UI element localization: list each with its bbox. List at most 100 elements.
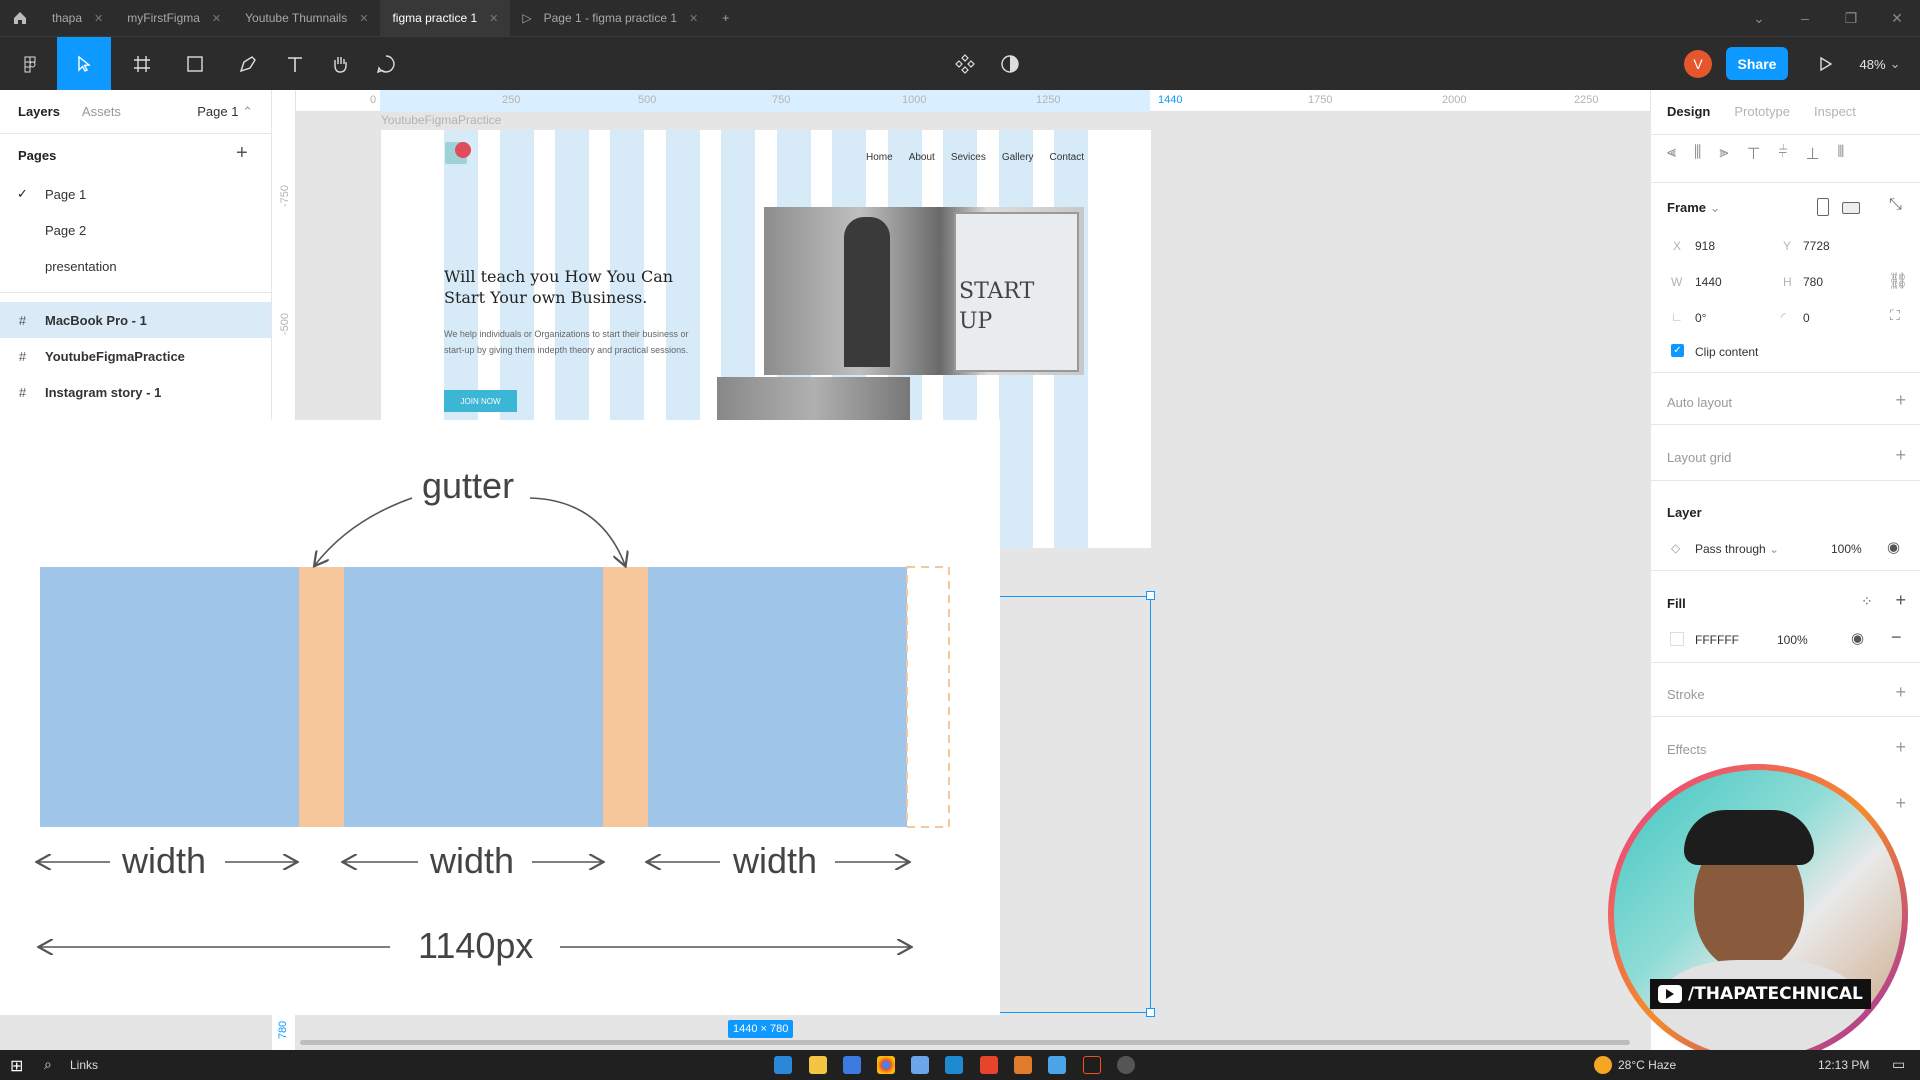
frame-heading[interactable]: Frame ⌄ [1667,200,1721,216]
figma-taskbar-icon[interactable] [1083,1056,1101,1074]
new-tab-button[interactable]: + [710,0,741,36]
search-icon[interactable]: ⌕ [44,1056,52,1073]
blend-mode-dropdown[interactable]: Pass through ⌄ [1695,542,1779,556]
frame-tool-button[interactable] [122,37,162,91]
chevron-down-icon[interactable]: ⌄ [1736,0,1782,36]
shape-tool-button[interactable] [175,37,215,91]
align-middle-icon[interactable]: ⫩ [1778,144,1787,164]
resize-to-fit-icon[interactable]: ⤡ [1889,196,1902,214]
layer-item-youtube[interactable]: # YoutubeFigmaPractice [0,338,271,374]
clock[interactable]: 12:13 PM [1818,1058,1869,1072]
distribute-icon[interactable]: ⫴ [1838,144,1845,164]
weather-text[interactable]: 28°C Haze [1618,1058,1676,1072]
x-input[interactable]: 918 [1695,239,1715,253]
nav-contact[interactable]: Contact [1050,152,1084,163]
independent-corners-icon[interactable]: ⛶ [1890,307,1900,324]
tab-layers[interactable]: Layers [18,104,60,119]
align-left-icon[interactable]: ⫷ [1667,144,1676,164]
layer-item-macbook[interactable]: # MacBook Pro - 1 [0,302,271,338]
add-fill-icon[interactable]: + [1895,590,1906,611]
close-icon[interactable]: ✕ [212,12,221,25]
fill-hex-input[interactable]: FFFFFF [1695,633,1739,647]
layer-item-instagram[interactable]: # Instagram story - 1 [0,374,271,410]
align-bottom-icon[interactable]: ⊥ [1806,144,1820,164]
layer-opacity-input[interactable]: 100% [1831,542,1862,556]
fill-swatch[interactable] [1670,632,1684,646]
mail-icon[interactable] [843,1056,861,1074]
theme-toggle-button[interactable] [990,37,1030,91]
windows-start-icon[interactable]: ⊞ [10,1056,23,1076]
resize-handle[interactable] [1146,591,1155,600]
notifications-icon[interactable]: ▭ [1892,1056,1905,1073]
edge-icon[interactable] [774,1056,792,1074]
frame-label[interactable]: YoutubeFigmaPractice [381,113,501,127]
page-item-page1[interactable]: ✓ Page 1 [0,176,271,212]
app-icon[interactable] [1117,1056,1135,1074]
add-layout-grid-icon[interactable]: + [1895,445,1906,466]
comment-tool-button[interactable] [366,37,406,91]
avatar[interactable]: V [1684,50,1712,78]
resize-handle[interactable] [1146,1008,1155,1017]
vscode-icon[interactable] [945,1056,963,1074]
add-stroke-icon[interactable]: + [1895,682,1906,703]
horizontal-scrollbar[interactable] [300,1040,1630,1045]
h-input[interactable]: 780 [1803,275,1823,289]
present-button[interactable] [1805,37,1845,91]
align-center-h-icon[interactable]: ⫼ [1694,144,1701,164]
close-icon[interactable]: ✕ [489,12,498,25]
fill-opacity-input[interactable]: 100% [1777,633,1808,647]
corner-radius-input[interactable]: 0 [1803,311,1810,325]
nav-home[interactable]: Home [866,152,893,163]
page-item-page2[interactable]: Page 2 [0,212,271,248]
tab-youtube-thumnails[interactable]: Youtube Thumnails ✕ [233,0,380,36]
close-icon[interactable]: ✕ [689,12,698,25]
clip-content-checkbox[interactable]: ✓ [1671,344,1684,357]
zoom-dropdown[interactable]: 48% ⌄ [1855,37,1905,91]
nav-services[interactable]: Sevices [951,152,986,163]
hand-tool-button[interactable] [320,37,360,91]
close-window-icon[interactable]: ✕ [1874,0,1920,36]
align-top-icon[interactable]: ⊤ [1746,144,1760,164]
move-tool-button[interactable] [57,37,111,91]
pen-tool-button[interactable] [228,37,268,91]
home-icon[interactable] [0,0,40,36]
add-effect-icon[interactable]: + [1895,737,1906,758]
tab-assets[interactable]: Assets [82,104,121,119]
close-icon[interactable]: ✕ [359,12,368,25]
tab-thapa[interactable]: thapa ✕ [40,0,115,36]
align-right-icon[interactable]: ⫸ [1719,144,1728,164]
nav-about[interactable]: About [909,152,935,163]
w-input[interactable]: 1440 [1695,275,1722,289]
eye-icon[interactable]: ◉ [1851,629,1864,647]
add-export-icon[interactable]: + [1895,793,1906,814]
y-input[interactable]: 7728 [1803,239,1830,253]
restore-icon[interactable]: ❐ [1828,0,1874,36]
style-grid-icon[interactable]: ⁘ [1861,593,1873,610]
minimize-icon[interactable]: – [1782,0,1828,36]
text-tool-button[interactable] [275,37,315,91]
components-button[interactable] [945,37,985,91]
share-button[interactable]: Share [1726,47,1788,80]
tab-design[interactable]: Design [1667,104,1710,119]
add-auto-layout-icon[interactable]: + [1895,390,1906,411]
taskbar-search-label[interactable]: Links [70,1058,98,1072]
join-now-button[interactable]: JOIN NOW [444,390,517,412]
tab-myfirstfigma[interactable]: myFirstFigma ✕ [115,0,233,36]
chrome-icon[interactable] [877,1056,895,1074]
file-explorer-icon[interactable] [809,1056,827,1074]
tab-prototype[interactable]: Prototype [1734,104,1790,119]
office-icon[interactable] [980,1056,998,1074]
page-selector[interactable]: Page 1 ⌃ [197,104,253,120]
tab-inspect[interactable]: Inspect [1814,104,1856,119]
landscape-icon[interactable] [1842,202,1860,214]
tab-prototype-page[interactable]: ▷ Page 1 - figma practice 1 ✕ [510,0,710,36]
rotation-input[interactable]: 0° [1695,311,1706,325]
app-icon[interactable] [1014,1056,1032,1074]
page-item-presentation[interactable]: presentation [0,248,271,284]
app-icon[interactable] [1048,1056,1066,1074]
portrait-icon[interactable] [1817,198,1829,216]
add-page-icon[interactable]: + [236,142,248,165]
main-menu-button[interactable] [10,37,50,91]
nav-gallery[interactable]: Gallery [1002,152,1034,163]
tab-figma-practice-1[interactable]: figma practice 1 ✕ [380,0,511,36]
